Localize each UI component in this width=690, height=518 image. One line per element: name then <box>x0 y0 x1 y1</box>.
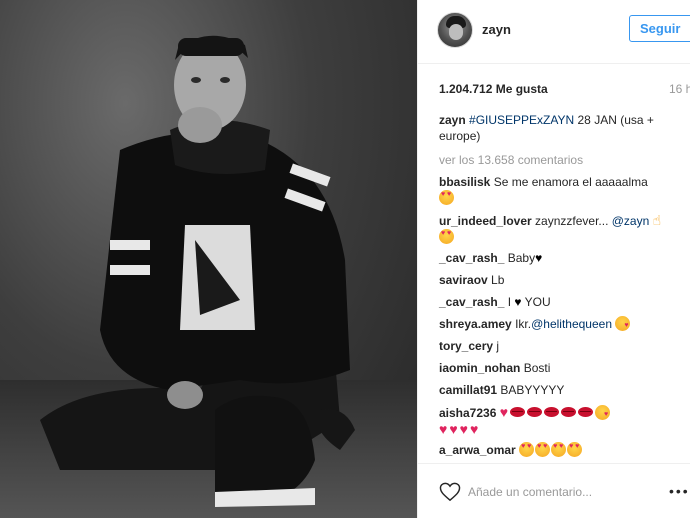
pointing-hand-emoji-icon: ☝ <box>652 212 662 228</box>
red-heart-emoji-icon: ♥ <box>469 421 479 437</box>
black-heart-emoji-icon: ♥ <box>535 251 543 265</box>
comment-text: j <box>496 339 500 353</box>
list-item: aisha7236 ♥ ♥ ♥ ♥ ♥ <box>439 404 685 438</box>
heart-eyes-emoji-icon <box>439 190 454 205</box>
comment-text: Bosti <box>523 361 551 375</box>
red-heart-emoji-icon: ♥ <box>439 421 448 437</box>
lips-emoji-icon <box>561 407 577 417</box>
list-item: tory_cery j <box>439 338 685 354</box>
comment-user[interactable]: bbasilisk <box>439 175 490 189</box>
post-meta: 1.204.712 Me gusta 16 h <box>439 82 690 100</box>
caption-hashtag[interactable]: #GIUSEPPExZAYN <box>469 113 574 127</box>
lips-emoji-icon <box>527 407 543 417</box>
caption: zayn #GIUSEPPExZAYN 28 JAN (usa + europe… <box>439 112 685 144</box>
list-item: ur_indeed_lover zaynzzfever... @zayn ☝ <box>439 212 685 245</box>
comment-input[interactable] <box>468 482 638 502</box>
comment-mention[interactable]: @helithequeen <box>531 317 612 331</box>
heart-eyes-emoji-icon <box>519 442 535 457</box>
kiss-emoji-icon <box>615 316 631 331</box>
post-sidebar: zayn Seguir 1.204.712 Me gusta 16 h zayn… <box>417 0 690 518</box>
lips-emoji-icon <box>578 407 594 417</box>
add-comment-row: ••• <box>418 464 690 518</box>
heart-eyes-emoji-icon <box>551 442 567 457</box>
black-heart-emoji-icon: ♥ <box>514 295 522 309</box>
view-all-link[interactable]: ver los 13.658 comentarios <box>439 153 583 167</box>
heart-eyes-emoji-icon <box>567 442 583 457</box>
author-username[interactable]: zayn <box>482 22 511 37</box>
view-all-comments[interactable]: ver los 13.658 comentarios <box>439 152 685 168</box>
comment-text: Lb <box>491 273 505 287</box>
comment-text: Baby <box>507 251 536 265</box>
comment-text-suffix: YOU <box>521 295 551 309</box>
heart-eyes-emoji-icon <box>535 442 551 457</box>
lips-emoji-icon <box>544 407 560 417</box>
comment-user[interactable]: iaomin_nohan <box>439 361 520 375</box>
kiss-emoji-icon <box>595 405 611 420</box>
likes-count[interactable]: 1.204.712 Me gusta <box>439 82 548 96</box>
post-timestamp[interactable]: 16 h <box>669 82 690 96</box>
comment-text: Se me enamora el aaaaalma <box>493 175 648 189</box>
avatar-face <box>449 24 463 40</box>
list-item: iaomin_nohan Bosti <box>439 360 685 376</box>
comment-user[interactable]: tory_cery <box>439 339 493 353</box>
list-item: bbasilisk Se me enamora el aaaaalma <box>439 174 685 206</box>
author-avatar[interactable] <box>437 12 473 48</box>
list-item: camillat91 BABYYYYY <box>439 382 685 398</box>
comment-user[interactable]: _cav_rash_ <box>439 251 504 265</box>
list-item: shreya.amey Ikr.@helithequeen <box>439 316 685 332</box>
comment-text: zaynzzfever... <box>535 214 612 228</box>
comment-user[interactable]: savirаov <box>439 273 488 287</box>
comment-text: Ikr. <box>515 317 532 331</box>
list-item: savirаov Lb <box>439 272 685 288</box>
follow-button[interactable]: Seguir <box>629 15 690 42</box>
post-header: zayn Seguir <box>418 0 690 64</box>
comment-user[interactable]: a_arwa_omar <box>439 443 516 457</box>
heart-outline-icon[interactable] <box>439 482 461 502</box>
post-photo-illustration <box>0 35 417 518</box>
comment-user[interactable]: camillat91 <box>439 383 497 397</box>
lips-emoji-icon <box>510 407 526 417</box>
more-options-icon[interactable]: ••• <box>669 484 690 498</box>
comment-mention[interactable]: @zayn <box>612 214 650 228</box>
heart-eyes-emoji-icon <box>439 229 454 244</box>
list-item: a_arwa_omar <box>439 442 685 458</box>
comment-user[interactable]: ur_indeed_lover <box>439 214 532 228</box>
comment-user[interactable]: aisha7236 <box>439 406 496 420</box>
red-heart-emoji-icon: ♥ <box>449 421 458 437</box>
caption-user[interactable]: zayn <box>439 113 466 127</box>
list-item: _cav_rash_ Baby♥ <box>439 250 685 266</box>
comment-text: BABYYYYY <box>500 383 565 397</box>
post-photo[interactable] <box>0 0 417 518</box>
red-heart-emoji-icon: ♥ <box>499 404 509 420</box>
red-heart-emoji-icon: ♥ <box>459 421 468 437</box>
list-item: _cav_rash_ I ♥ YOU <box>439 294 685 310</box>
comment-user[interactable]: shreya.amey <box>439 317 512 331</box>
comment-user[interactable]: _cav_rash_ <box>439 295 504 309</box>
